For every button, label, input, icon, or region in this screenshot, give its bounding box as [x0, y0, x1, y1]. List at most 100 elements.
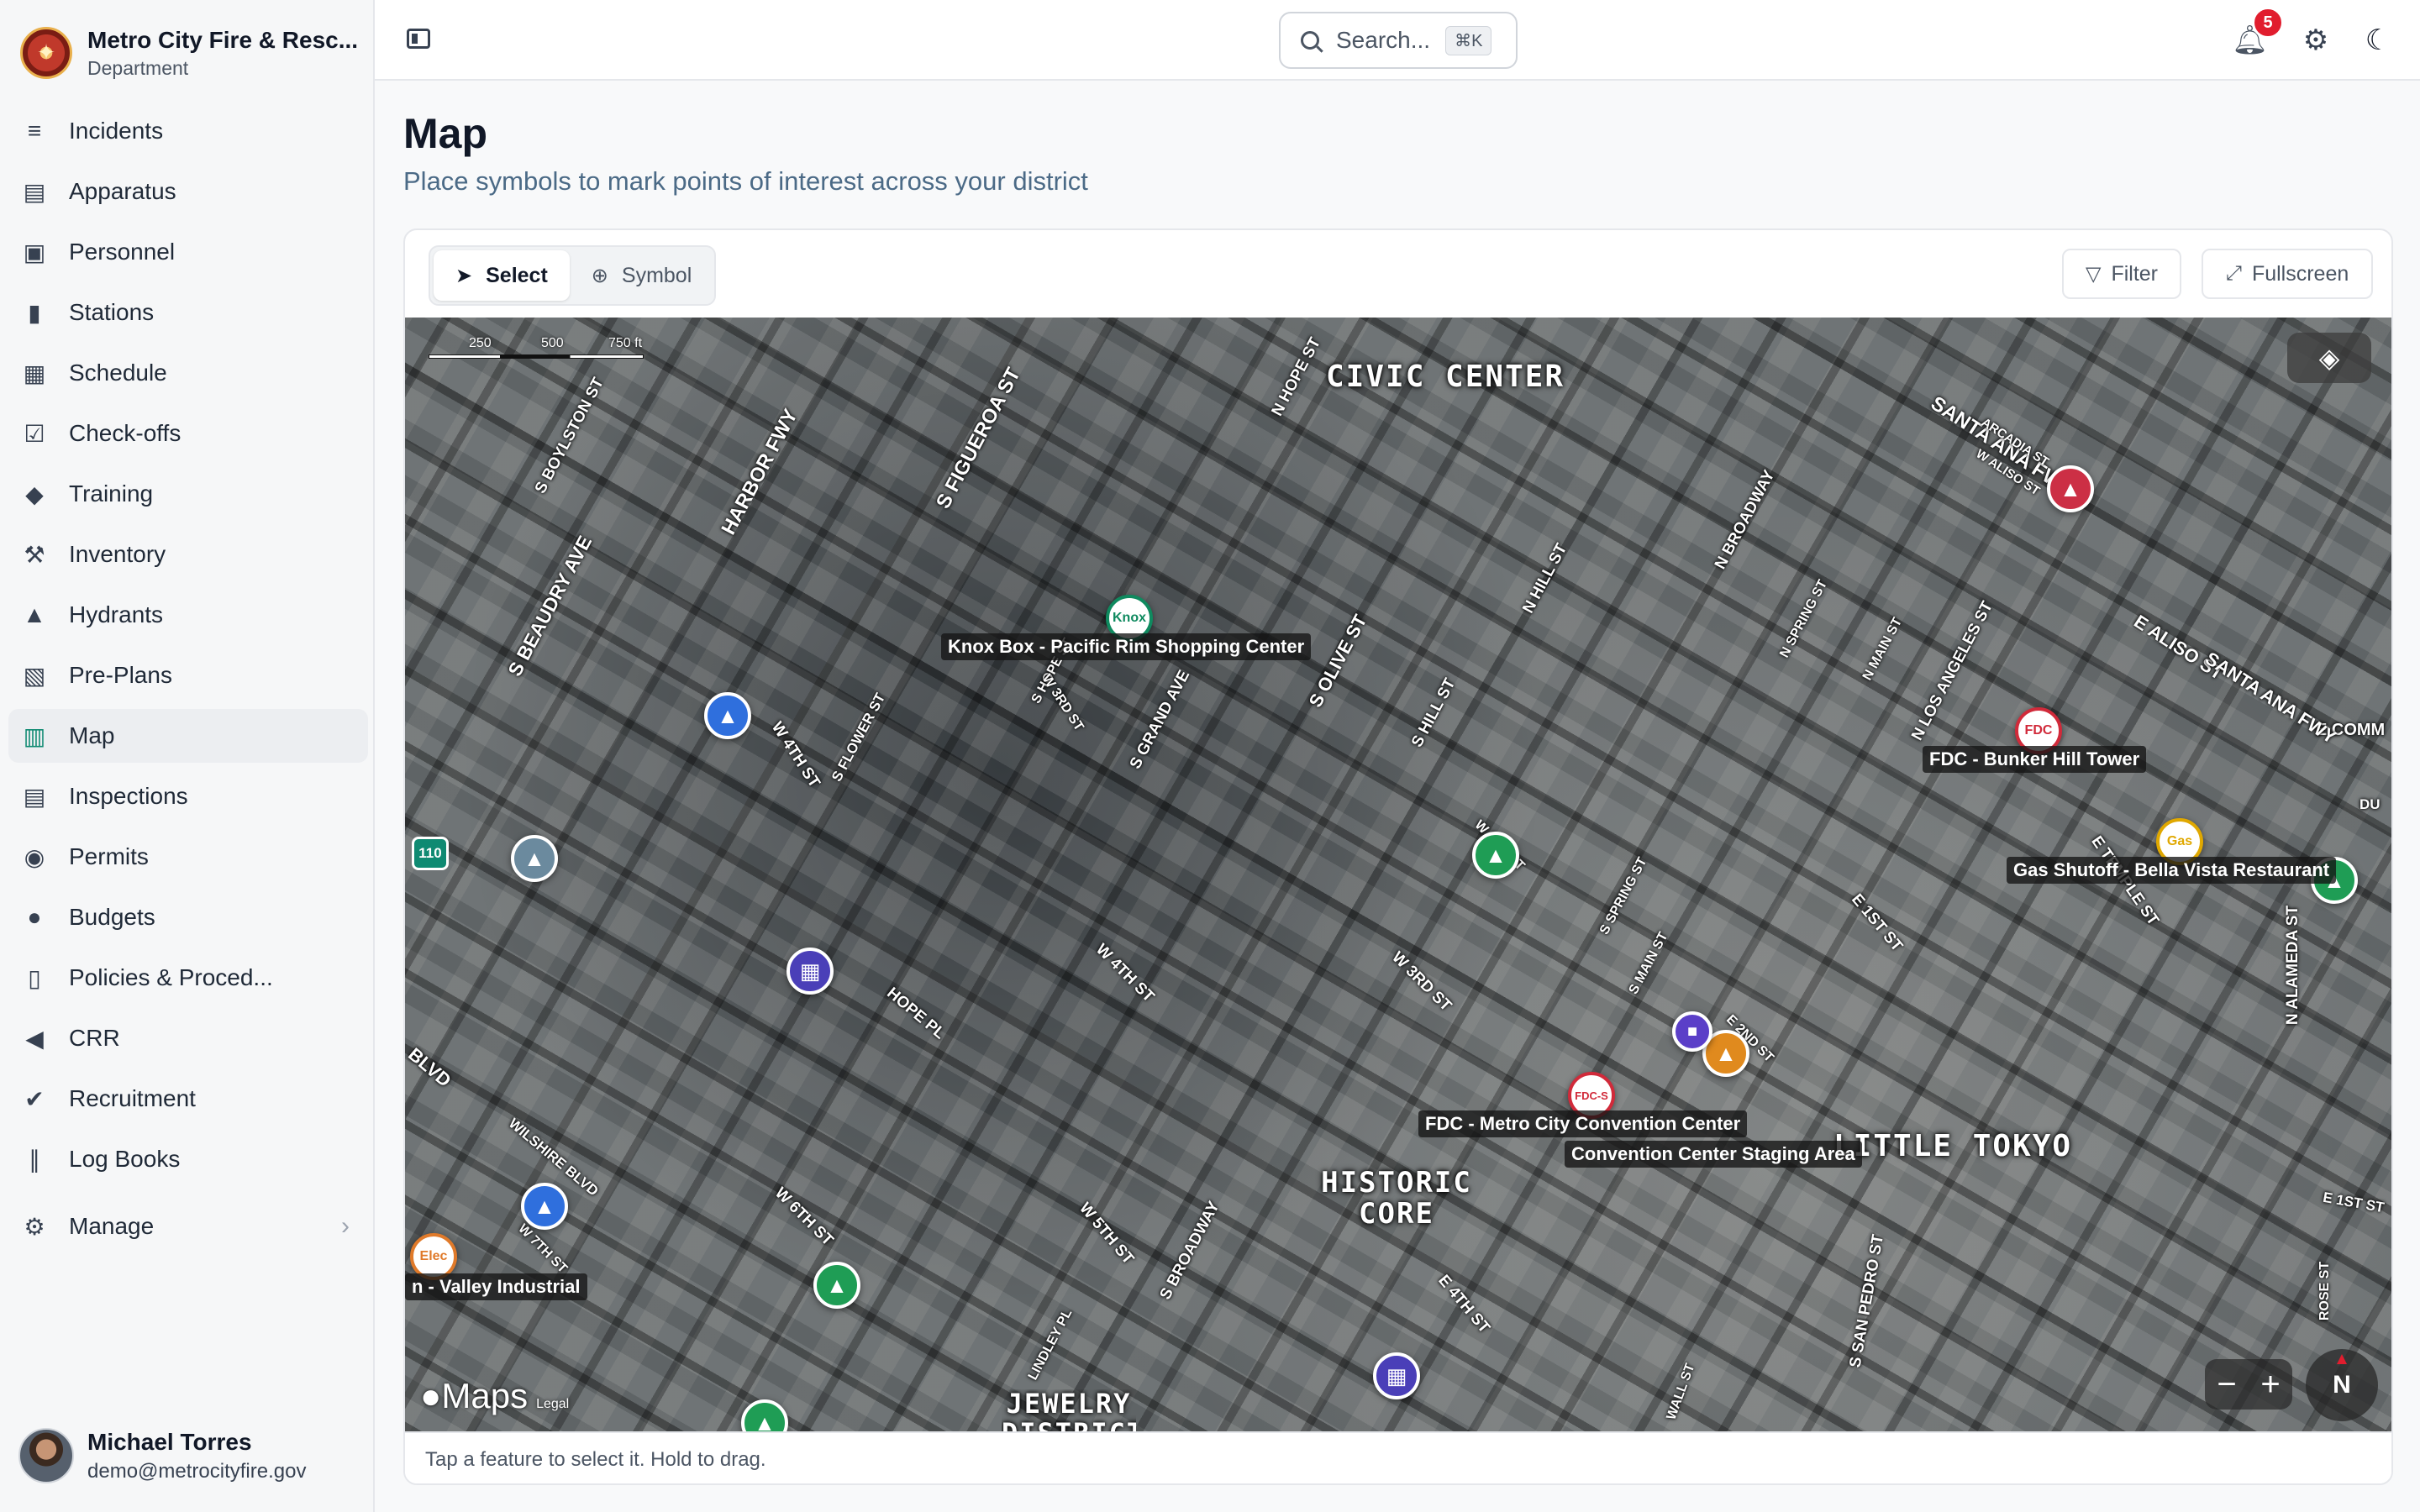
sidebar-item-permits[interactable]: ◉ Permits	[8, 830, 368, 884]
search-input[interactable]: Search... ⌘K	[1279, 12, 1518, 69]
map-feature-label[interactable]: Gas Shutoff - Bella Vista Restaurant	[2007, 857, 2337, 884]
sidebar-item-hydrants[interactable]: ▲ Hydrants	[8, 588, 368, 642]
hydrant-marker[interactable]: ▲	[704, 692, 751, 739]
settings-icon[interactable]: ⚙	[2299, 24, 2333, 57]
symbol-mode-label: Symbol	[621, 263, 692, 287]
street-label: W 4TH ST	[1092, 940, 1158, 1006]
sidebar-item-apparatus[interactable]: ▤ Apparatus	[8, 165, 368, 218]
map-icon: ▥	[23, 722, 46, 749]
street-label: S OLIVE ST	[1304, 611, 1371, 711]
gear-icon: ⚙	[24, 1213, 45, 1240]
sidebar-item-inspections[interactable]: ▤ Inspections	[8, 769, 368, 823]
street-label: ROSE ST	[2317, 1261, 2333, 1321]
sidebar-item-label: Schedule	[69, 360, 167, 386]
filter-icon: ▽	[2085, 262, 2102, 286]
hydrant-marker[interactable]: ▲	[2047, 465, 2094, 512]
sidebar-item-inventory[interactable]: ⚒ Inventory	[8, 528, 368, 581]
logbooks-icon: ∥	[29, 1146, 40, 1173]
maps-attribution-text: Maps	[441, 1376, 529, 1415]
hydrant-marker[interactable]: ▲	[1472, 832, 1519, 879]
theme-toggle-icon[interactable]: ☾	[2361, 24, 2395, 57]
zoom-control[interactable]: − +	[2205, 1359, 2292, 1410]
zoom-out-icon[interactable]: −	[2217, 1366, 2236, 1404]
org-logo	[20, 27, 72, 79]
sidebar-item-recruitment[interactable]: ✔ Recruitment	[8, 1072, 368, 1126]
crr-icon: ◀	[25, 1025, 44, 1052]
layers-icon[interactable]: ◈	[2287, 333, 2371, 383]
sidebar-item-crr[interactable]: ◀ CRR	[8, 1011, 368, 1065]
scale-bar: 250 500 750 ft	[429, 336, 644, 361]
sidebar-item-manage[interactable]: ⚙ Manage ›	[8, 1200, 368, 1253]
compass-icon[interactable]: N	[2306, 1349, 2378, 1421]
street-label: S BROADWAY	[1156, 1198, 1223, 1303]
street-label: LINDLEY PL	[1025, 1306, 1076, 1383]
org-header[interactable]: Metro City Fire & Resc... Department	[20, 24, 365, 82]
sidebar-item-schedule[interactable]: ▦ Schedule	[8, 346, 368, 400]
map-card: ➤ Select ⊕ Symbol ▽ Filter ⤢ Fullscreen …	[403, 228, 2393, 1485]
select-mode-button[interactable]: ➤ Select	[434, 250, 570, 301]
street-label: N HILL ST	[1519, 540, 1571, 617]
fullscreen-button[interactable]: ⤢ Fullscreen	[2202, 249, 2373, 299]
zoom-in-icon[interactable]: +	[2260, 1366, 2280, 1404]
map-canvas[interactable]: 250 500 750 ft CIVIC CENTER LITTLE TOKYO…	[405, 318, 2391, 1431]
sidebar-item-training[interactable]: ◆ Training	[8, 467, 368, 521]
hydrant-marker[interactable]: ▲	[741, 1399, 788, 1431]
sidebar-item-logbooks[interactable]: ∥ Log Books	[8, 1132, 368, 1186]
sidebar-item-preplans[interactable]: ▧ Pre-Plans	[8, 648, 368, 702]
district-label: CIVIC CENTER	[1326, 360, 1565, 394]
sidebar-item-label: Personnel	[69, 239, 176, 265]
sidebar-item-label: Budgets	[69, 904, 155, 930]
user-profile[interactable]: Michael Torres demo@metrocityfire.gov	[18, 1428, 306, 1484]
map-feature-label[interactable]: Knox Box - Pacific Rim Shopping Center	[941, 633, 1312, 660]
sidebar-toggle-icon[interactable]	[407, 29, 430, 49]
apparatus-icon: ▤	[23, 178, 46, 205]
sidebar-item-map[interactable]: ▥ Map	[8, 709, 368, 763]
select-mode-label: Select	[486, 263, 548, 287]
street-label: N HOPE ST	[1268, 334, 1325, 419]
preplans-icon: ▧	[23, 662, 46, 689]
hydrant-marker[interactable]: ▲	[511, 835, 558, 882]
map-feature-label[interactable]: Convention Center Staging Area	[1565, 1141, 1862, 1168]
street-label: S FIGUEROA ST	[931, 364, 1025, 513]
scale-tick: 500	[541, 336, 564, 350]
symbol-mode-button[interactable]: ⊕ Symbol	[570, 250, 713, 301]
sidebar-item-budgets[interactable]: ● Budgets	[8, 890, 368, 944]
district-label: HISTORIC CORE	[1321, 1166, 1472, 1231]
street-label: S HILL ST	[1407, 675, 1460, 751]
search-icon	[1301, 31, 1319, 50]
sidebar-item-personnel[interactable]: ▣ Personnel	[8, 225, 368, 279]
building-marker[interactable]: ▦	[786, 948, 834, 995]
sidebar: Metro City Fire & Resc... Department ≡ In…	[0, 0, 375, 1512]
building-marker[interactable]: ▦	[1373, 1352, 1420, 1399]
cursor-icon: ➤	[455, 264, 473, 287]
street-label: S SPRING ST	[1597, 855, 1650, 937]
street-label: N ALAMEDA ST	[2284, 905, 2302, 1026]
map-toolbar: ➤ Select ⊕ Symbol ▽ Filter ⤢ Fullscreen	[405, 230, 2391, 318]
sidebar-item-policies[interactable]: ▯ Policies & Proced...	[8, 951, 368, 1005]
avatar[interactable]	[18, 1428, 74, 1484]
page-title: Map	[403, 110, 487, 157]
street-label: DU	[2360, 796, 2381, 812]
filter-button[interactable]: ▽ Filter	[2062, 249, 2181, 299]
highway-shield-icon: 110	[412, 837, 449, 870]
street-label: S FLOWER ST	[828, 690, 889, 785]
sidebar-item-label: Hydrants	[69, 601, 164, 627]
street-label: W 6TH ST	[771, 1184, 837, 1250]
map-feature-label[interactable]: FDC - Bunker Hill Tower	[1923, 746, 2147, 773]
staging-marker[interactable]: ■	[1672, 1011, 1712, 1052]
hydrant-marker[interactable]: ▲	[813, 1262, 860, 1309]
hydrant-marker[interactable]: ▲	[521, 1183, 568, 1230]
sidebar-item-label: Manage	[69, 1213, 155, 1239]
policies-icon: ▯	[28, 964, 41, 991]
sidebar-item-incidents[interactable]: ≡ Incidents	[8, 104, 368, 158]
map-feature-label[interactable]: n - Valley Industrial	[405, 1273, 587, 1300]
expand-icon: ⤢	[2225, 262, 2242, 285]
street-label: S BEAUDRY AVE	[503, 532, 597, 680]
legal-link[interactable]: Legal	[536, 1397, 569, 1412]
sidebar-item-stations[interactable]: ▮ Stations	[8, 286, 368, 339]
map-feature-label[interactable]: FDC - Metro City Convention Center	[1418, 1110, 1748, 1137]
sidebar-item-label: Inventory	[69, 541, 166, 567]
street-label: N MAIN ST	[1860, 615, 1906, 683]
sidebar-item-checkoffs[interactable]: ☑ Check-offs	[8, 407, 368, 460]
sidebar-item-label: Check-offs	[69, 420, 182, 446]
